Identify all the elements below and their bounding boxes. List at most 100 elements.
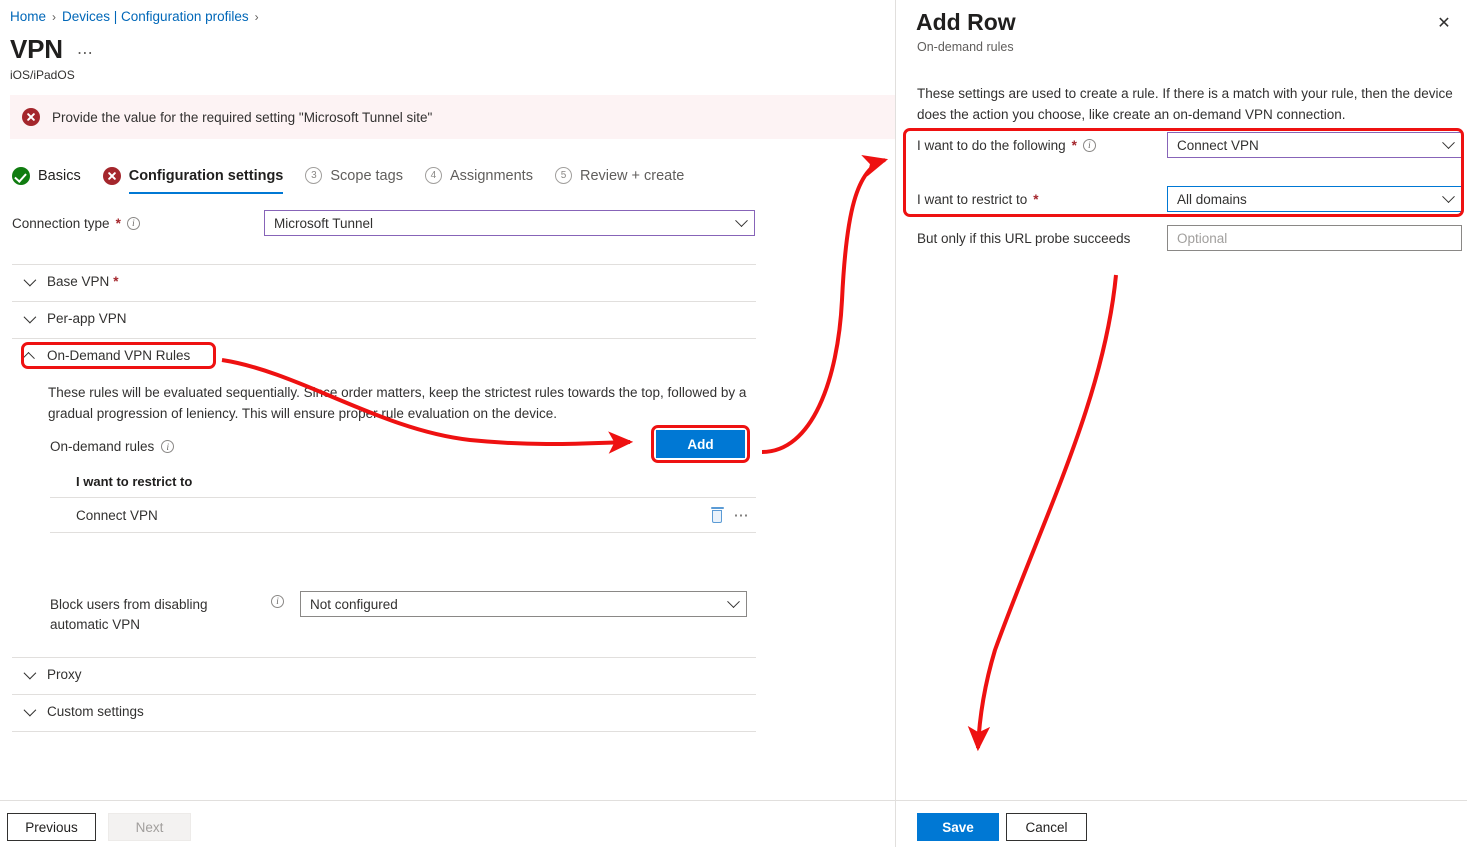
screen-root: Home › Devices | Configuration profiles … — [0, 0, 1467, 847]
connection-type-field: Connection type * i Microsoft Tunnel — [12, 210, 755, 236]
divider — [12, 338, 756, 339]
panel-description: These settings are used to create a rule… — [917, 84, 1461, 125]
section-per-app-vpn[interactable]: Per-app VPN — [24, 311, 127, 326]
breadcrumb-separator-icon-2: › — [255, 10, 259, 24]
tab-scope-tags-label: Scope tags — [330, 168, 403, 184]
main-wizard-pane: Home › Devices | Configuration profiles … — [0, 0, 895, 847]
restrict-to-label-text: I want to restrict to — [917, 192, 1027, 207]
section-base-vpn[interactable]: Base VPN* — [24, 274, 119, 289]
section-on-demand-vpn-rules-label: On-Demand VPN Rules — [47, 348, 190, 363]
block-users-label-text: Block users from disabling automatic VPN — [50, 595, 265, 636]
on-demand-rules-description: These rules will be evaluated sequential… — [48, 383, 748, 425]
chevron-down-icon-block-users — [727, 595, 740, 608]
tab-assignments[interactable]: 4 Assignments — [425, 167, 533, 193]
more-options-icon[interactable]: ⋯ — [734, 508, 751, 523]
divider — [12, 731, 756, 732]
divider — [12, 264, 756, 265]
footer-divider — [0, 800, 895, 801]
divider — [12, 694, 756, 695]
restrict-to-value: All domains — [1177, 192, 1247, 207]
check-circle-icon — [12, 167, 30, 185]
do-the-following-label: I want to do the following * i — [917, 138, 1167, 153]
tab-configuration-settings-label: Configuration settings — [129, 168, 284, 184]
table-cell-rule-value: Connect VPN — [76, 508, 158, 523]
error-circle-icon-tab — [103, 167, 121, 185]
do-the-following-value: Connect VPN — [1177, 138, 1259, 153]
info-icon-block-users[interactable]: i — [271, 595, 284, 608]
section-on-demand-vpn-rules[interactable]: On-Demand VPN Rules — [24, 348, 190, 363]
section-custom-settings[interactable]: Custom settings — [24, 704, 144, 719]
table-column-header-restrict-to: I want to restrict to — [50, 466, 756, 498]
tab-configuration-settings[interactable]: Configuration settings — [103, 167, 284, 194]
do-the-following-field: I want to do the following * i Connect V… — [917, 132, 1462, 158]
breadcrumb-separator-icon: › — [52, 10, 56, 24]
block-users-field: Block users from disabling automatic VPN… — [50, 591, 747, 636]
info-icon-do-the-following[interactable]: i — [1083, 139, 1096, 152]
error-banner-text: Provide the value for the required setti… — [52, 110, 432, 125]
divider — [12, 301, 756, 302]
chevron-down-icon-custom-settings — [24, 704, 37, 717]
close-icon[interactable]: ✕ — [1433, 13, 1455, 35]
row-actions: ⋯ — [711, 507, 751, 523]
add-button[interactable]: Add — [656, 430, 745, 458]
info-icon[interactable]: i — [127, 217, 140, 230]
connection-type-dropdown[interactable]: Microsoft Tunnel — [264, 210, 755, 236]
previous-button[interactable]: Previous — [7, 813, 96, 841]
tab-assignments-label: Assignments — [450, 168, 533, 184]
add-row-panel: Add Row On-demand rules ✕ These settings… — [895, 0, 1467, 847]
step-number-badge-4: 4 — [425, 167, 442, 184]
save-button[interactable]: Save — [917, 813, 999, 841]
page-title: VPN — [10, 36, 63, 63]
panel-subtitle: On-demand rules — [917, 40, 1014, 54]
breadcrumb-item-home[interactable]: Home — [10, 9, 46, 24]
step-number-badge-3: 3 — [305, 167, 322, 184]
chevron-down-icon-restrict-to — [1442, 190, 1455, 203]
restrict-to-field: I want to restrict to * All domains — [917, 186, 1462, 212]
section-proxy[interactable]: Proxy — [24, 667, 82, 682]
required-asterisk: * — [116, 216, 121, 231]
on-demand-rules-label-text: On-demand rules — [50, 439, 154, 454]
page-title-row: VPN ⋯ — [10, 36, 94, 63]
restrict-to-dropdown[interactable]: All domains — [1167, 186, 1462, 212]
page-more-options-icon[interactable]: ⋯ — [77, 46, 94, 62]
wizard-tabs: Basics Configuration settings 3 Scope ta… — [12, 167, 684, 194]
panel-footer-divider — [896, 800, 1467, 801]
breadcrumb: Home › Devices | Configuration profiles … — [10, 9, 259, 24]
chevron-down-icon-proxy — [24, 667, 37, 680]
trash-icon[interactable] — [711, 507, 724, 523]
table-row[interactable]: Connect VPN ⋯ — [50, 498, 756, 533]
url-probe-label-text: But only if this URL probe succeeds — [917, 231, 1130, 246]
on-demand-rules-table: I want to restrict to Connect VPN ⋯ — [50, 466, 756, 533]
tab-scope-tags[interactable]: 3 Scope tags — [305, 167, 403, 193]
url-probe-label: But only if this URL probe succeeds — [917, 231, 1167, 246]
required-asterisk: * — [1072, 138, 1077, 153]
breadcrumb-item-devices-configuration-profiles[interactable]: Devices | Configuration profiles — [62, 9, 249, 24]
url-probe-input[interactable]: Optional — [1167, 225, 1462, 251]
section-per-app-vpn-label: Per-app VPN — [47, 311, 127, 326]
connection-type-value: Microsoft Tunnel — [274, 216, 373, 231]
next-button: Next — [108, 813, 191, 841]
connection-type-label-text: Connection type — [12, 216, 110, 231]
step-number-badge-5: 5 — [555, 167, 572, 184]
chevron-up-icon-on-demand-vpn-rules — [22, 352, 35, 365]
tab-basics[interactable]: Basics — [12, 167, 81, 194]
tab-basics-label: Basics — [38, 168, 81, 184]
block-users-dropdown[interactable]: Not configured — [300, 591, 747, 617]
section-base-vpn-label: Base VPN* — [47, 274, 119, 289]
panel-title: Add Row — [916, 9, 1016, 36]
page-platform-label: iOS/iPadOS — [10, 68, 75, 82]
do-the-following-dropdown[interactable]: Connect VPN — [1167, 132, 1462, 158]
required-asterisk: * — [1033, 192, 1038, 207]
info-icon-on-demand-rules[interactable]: i — [161, 440, 174, 453]
error-circle-icon — [22, 108, 40, 126]
cancel-button[interactable]: Cancel — [1006, 813, 1087, 841]
error-banner: Provide the value for the required setti… — [10, 95, 895, 139]
chevron-down-icon — [735, 214, 748, 227]
divider — [12, 657, 756, 658]
tab-review-create[interactable]: 5 Review + create — [555, 167, 684, 193]
chevron-down-icon-base-vpn — [24, 274, 37, 287]
tab-review-create-label: Review + create — [580, 168, 684, 184]
on-demand-rules-label: On-demand rules i — [50, 439, 174, 454]
section-proxy-label: Proxy — [47, 667, 82, 682]
restrict-to-label: I want to restrict to * — [917, 192, 1167, 207]
